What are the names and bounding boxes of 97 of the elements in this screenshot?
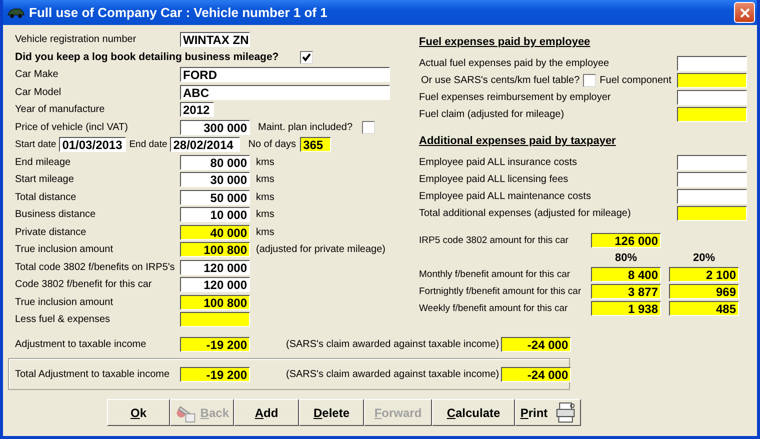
field-label: Code 3802 f/benefit for this car xyxy=(15,279,153,290)
question-label: Did you keep a log book detailing business mileage? xyxy=(15,51,280,64)
input-field[interactable] xyxy=(677,56,747,71)
input-field[interactable]: FORD xyxy=(180,67,390,82)
result-field[interactable]: 126 000 xyxy=(591,233,661,248)
field-label: Total Adjustment to taxable income xyxy=(15,368,171,380)
field-label: Maint. plan included? xyxy=(258,122,354,133)
checkbox[interactable] xyxy=(582,74,596,87)
unit-label: kms xyxy=(256,156,274,168)
dialog-button[interactable]: Calculate xyxy=(432,399,515,426)
print-button[interactable]: Print xyxy=(515,399,581,426)
field-label: No of days xyxy=(248,139,296,150)
input-field[interactable]: 28/02/2014 xyxy=(170,137,240,152)
column-header: 20% xyxy=(692,252,716,264)
field-label: Car Make xyxy=(15,69,60,80)
field-label: IRP5 code 3802 amount for this car xyxy=(419,235,570,246)
dialog-button[interactable]: Ok xyxy=(107,399,170,426)
unit-label: kms xyxy=(256,209,274,220)
checkbox[interactable] xyxy=(362,120,375,134)
result-field[interactable]: 3 877 xyxy=(591,284,661,299)
dialog-button[interactable]: Add xyxy=(234,399,299,426)
car-icon xyxy=(7,6,25,18)
field-label: Actual fuel expenses paid by the employee xyxy=(419,58,610,69)
result-field[interactable]: -19 200 xyxy=(180,336,250,352)
column-header: 80% xyxy=(614,252,638,264)
result-field[interactable]: 8 400 xyxy=(591,267,661,282)
field-label: Employee paid ALL maintenance costs xyxy=(419,191,591,202)
input-field[interactable] xyxy=(677,155,747,170)
field-label: Start mileage xyxy=(15,174,75,186)
result-field[interactable]: -24 000 xyxy=(501,336,572,352)
field-label: Total code 3802 f/benefits on IRP5's xyxy=(15,262,176,273)
result-field[interactable]: -19 200 xyxy=(180,366,250,382)
field-label: Business distance xyxy=(15,209,97,220)
result-field[interactable]: 365 xyxy=(300,137,332,152)
input-field[interactable]: 300 000 xyxy=(180,120,250,135)
unit-label: (adjusted for private mileage) xyxy=(256,244,386,256)
input-field[interactable]: WINTAX ZN xyxy=(180,32,250,48)
result-field[interactable]: -24 000 xyxy=(501,366,572,382)
result-field[interactable]: 40 000 xyxy=(180,224,250,240)
field-label: Adjustment to taxable income xyxy=(15,338,148,350)
result-field[interactable] xyxy=(180,312,250,328)
field-label: Fuel expenses reimbursement by employer xyxy=(419,92,611,103)
input-field[interactable] xyxy=(677,189,747,204)
field-label: Fortnightly f/benefit amount for this car xyxy=(419,286,582,297)
option-label: Or use SARS's cents/km fuel table? xyxy=(421,75,580,86)
field-label: Fuel component xyxy=(600,75,672,86)
field-label: Fuel claim (adjusted for mileage) xyxy=(419,109,564,120)
input-field[interactable]: 80 000 xyxy=(180,154,250,170)
result-field[interactable]: 1 938 xyxy=(591,301,661,316)
close-button[interactable] xyxy=(734,2,755,23)
input-field[interactable]: 30 000 xyxy=(180,172,250,188)
field-label: Start date xyxy=(15,139,56,150)
printer-icon xyxy=(556,402,576,424)
unit-label: kms xyxy=(256,226,274,238)
field-label: Employee paid ALL insurance costs xyxy=(419,157,578,168)
input-field[interactable]: 01/03/2013 xyxy=(59,137,126,152)
field-label: Vehicle registration number xyxy=(15,34,138,46)
result-field[interactable] xyxy=(677,107,747,122)
input-field[interactable] xyxy=(677,172,747,187)
unit-label: kms xyxy=(256,192,274,203)
result-field[interactable]: 485 xyxy=(669,301,739,316)
field-label: (SARS's claim awarded against taxable income) xyxy=(286,338,500,350)
input-field[interactable]: 50 000 xyxy=(180,190,250,205)
input-field[interactable]: 120 000 xyxy=(180,260,250,275)
field-label: Private distance xyxy=(15,226,88,238)
input-field[interactable]: 10 000 xyxy=(180,207,250,222)
input-field[interactable]: 2012 xyxy=(180,102,214,118)
close-icon xyxy=(740,8,750,18)
result-field[interactable] xyxy=(677,73,747,88)
field-label: (SARS's claim awarded against taxable income) xyxy=(286,368,500,380)
result-field[interactable] xyxy=(677,206,747,221)
unit-label: kms xyxy=(256,174,274,186)
result-field[interactable]: 2 100 xyxy=(669,267,739,282)
field-label: End mileage xyxy=(15,156,72,168)
input-field[interactable] xyxy=(677,90,747,105)
result-field[interactable]: 100 800 xyxy=(180,242,250,258)
checkbox[interactable] xyxy=(300,50,313,64)
field-label: Weekly f/benefit amount for this car xyxy=(419,303,569,314)
input-field[interactable]: ABC xyxy=(180,84,390,100)
field-label: Total additional expenses (adjusted for mileage) xyxy=(419,208,631,219)
field-label: Car Model xyxy=(15,86,62,98)
field-label: Monthly f/benefit amount for this car xyxy=(419,269,572,280)
field-label: Price of vehicle (incl VAT) xyxy=(15,122,129,133)
field-label: Employee paid ALL licensing fees xyxy=(419,174,568,185)
dialog-button[interactable]: Delete xyxy=(299,399,364,426)
section-heading: Additional expenses paid by taxpayer xyxy=(419,135,617,149)
input-field[interactable]: 120 000 xyxy=(180,277,250,292)
field-label: True inclusion amount xyxy=(15,296,114,308)
window-title: Full use of Company Car : Vehicle number 1 of 1 xyxy=(29,5,328,20)
field-label: End date xyxy=(129,139,168,150)
field-label: Year of manufacture xyxy=(15,104,106,116)
field-label: Less fuel & expenses xyxy=(15,314,112,326)
field-label: True inclusion amount xyxy=(15,244,114,256)
section-heading: Fuel expenses paid by employee xyxy=(419,36,592,50)
result-field[interactable]: 100 800 xyxy=(180,294,250,310)
field-label: Total distance xyxy=(15,192,78,203)
result-field[interactable]: 969 xyxy=(669,284,739,299)
